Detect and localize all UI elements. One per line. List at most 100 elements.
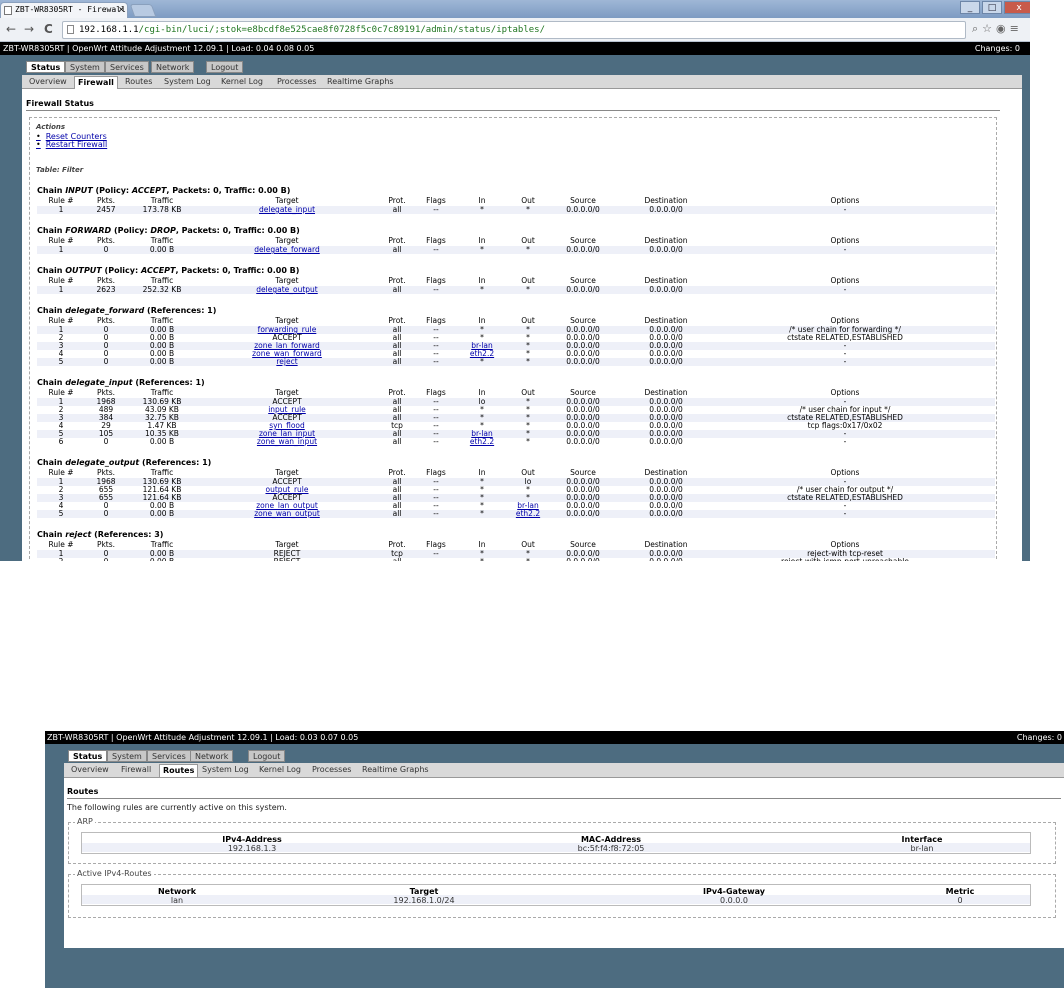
chain-heading: Chain OUTPUT (Policy: ACCEPT, Packets: 0… bbox=[37, 266, 300, 275]
firewall-screenshot: ZBT-WR8305RT - Firewall × _ □ x ← → C 19… bbox=[0, 0, 1030, 561]
close-window-button[interactable]: x bbox=[1004, 1, 1030, 14]
menu-status[interactable]: Status bbox=[26, 61, 66, 73]
cell-prot: all bbox=[392, 285, 402, 294]
cell-target[interactable]: reject bbox=[276, 358, 297, 366]
chain-name: reject bbox=[65, 530, 92, 539]
tab-kernel-log[interactable]: Kernel Log bbox=[256, 764, 304, 777]
cell-flags: -- bbox=[433, 437, 439, 446]
cell-out: * bbox=[526, 357, 530, 366]
tab-realtime-graphs[interactable]: Realtime Graphs bbox=[359, 764, 432, 777]
tab-kernel-log[interactable]: Kernel Log bbox=[218, 76, 266, 89]
changes-counter[interactable]: Changes: 0 bbox=[1017, 731, 1062, 744]
col-header-out: Out bbox=[521, 276, 535, 285]
chain-name: INPUT bbox=[65, 186, 93, 195]
col-header-in: In bbox=[478, 236, 486, 245]
menu-icon[interactable]: ≡ bbox=[1010, 22, 1023, 35]
cell-target[interactable]: zone_wan_input bbox=[257, 438, 317, 446]
cell-traffic: 252.32 KB bbox=[142, 285, 182, 294]
cell-out: * bbox=[526, 245, 530, 254]
cell-target[interactable]: delegate_input bbox=[259, 206, 315, 214]
cell-rule: 1 bbox=[58, 205, 64, 214]
cell-out[interactable]: eth2.2 bbox=[516, 510, 540, 518]
tab-firewall[interactable]: Firewall bbox=[74, 76, 118, 89]
cell-options: - bbox=[843, 509, 847, 518]
cell-target: REJECT bbox=[274, 558, 301, 562]
tab-routes[interactable]: Routes bbox=[122, 76, 155, 89]
col-header-out: Out bbox=[521, 388, 535, 397]
table-row bbox=[37, 342, 995, 350]
cell-out: * bbox=[526, 285, 530, 294]
menu-logout[interactable]: Logout bbox=[206, 61, 244, 73]
page-icon bbox=[4, 6, 12, 15]
routes-content: Routes The following rules are currently… bbox=[64, 778, 1064, 948]
col-header-destination: Destination bbox=[644, 316, 688, 325]
menu-network[interactable]: Network bbox=[151, 61, 195, 73]
tab-processes[interactable]: Processes bbox=[309, 764, 354, 777]
reload-button[interactable]: C bbox=[44, 22, 53, 36]
minimize-button[interactable]: _ bbox=[960, 1, 980, 14]
menu-system[interactable]: System bbox=[107, 750, 147, 762]
cell-rule: 6 bbox=[58, 437, 64, 446]
cell-prot: all bbox=[392, 437, 402, 446]
chain-suffix: (References: 1) bbox=[132, 378, 205, 387]
maximize-button[interactable]: □ bbox=[982, 1, 1002, 14]
col-header-rule: Rule # bbox=[48, 540, 74, 549]
tab-overview[interactable]: Overview bbox=[26, 76, 70, 89]
tab-firewall[interactable]: Firewall bbox=[118, 764, 154, 777]
cell-pkts: 2623 bbox=[96, 285, 116, 294]
cell-target[interactable]: zone_wan_output bbox=[254, 510, 320, 518]
cell-prot: all bbox=[392, 205, 402, 214]
tab-system-log[interactable]: System Log bbox=[161, 76, 214, 89]
col-header-options: Options bbox=[830, 276, 860, 285]
back-button[interactable]: ← bbox=[6, 22, 16, 36]
menu-network[interactable]: Network bbox=[190, 750, 234, 762]
col-header-options: Options bbox=[830, 236, 860, 245]
col-header-target: Target bbox=[275, 388, 299, 397]
menu-logout[interactable]: Logout bbox=[248, 750, 286, 762]
menu-system[interactable]: System bbox=[65, 61, 105, 73]
col-header-destination: Destination bbox=[644, 540, 688, 549]
tab-close-icon[interactable]: × bbox=[119, 3, 124, 17]
extension-icon[interactable]: ◉ bbox=[996, 22, 1010, 35]
col-header-target: Target bbox=[275, 236, 299, 245]
tab-processes[interactable]: Processes bbox=[274, 76, 319, 89]
route-metric-value: 0 bbox=[957, 896, 963, 905]
restart-firewall-link[interactable]: Restart Firewall bbox=[36, 140, 107, 149]
col-header-rule: Rule # bbox=[48, 388, 74, 397]
chain-stats: , Packets: 0, Traffic: 0.00 B) bbox=[175, 266, 300, 275]
menu-status[interactable]: Status bbox=[68, 750, 108, 762]
cell-prot: all bbox=[393, 558, 402, 562]
zoom-icon[interactable]: ⌕ bbox=[972, 22, 982, 35]
col-header-destination: Destination bbox=[644, 236, 688, 245]
cell-target[interactable]: delegate_forward bbox=[254, 246, 320, 254]
cell-destination: 0.0.0.0/0 bbox=[649, 245, 683, 254]
star-icon[interactable]: ☆ bbox=[982, 22, 996, 35]
col-header-flags: Flags bbox=[426, 468, 446, 477]
forward-button[interactable]: → bbox=[24, 22, 34, 36]
cell-options: - bbox=[843, 205, 847, 214]
browser-tab[interactable]: ZBT-WR8305RT - Firewall × bbox=[0, 2, 128, 18]
cell-prot: all bbox=[392, 509, 402, 518]
tab-system-log[interactable]: System Log bbox=[199, 764, 252, 777]
table-row bbox=[37, 438, 995, 446]
col-header-options: Options bbox=[830, 196, 860, 205]
cell-target[interactable]: delegate_output bbox=[256, 286, 317, 294]
changes-counter[interactable]: Changes: 0 bbox=[975, 42, 1020, 55]
cell-options: - bbox=[843, 245, 847, 254]
menu-services[interactable]: Services bbox=[105, 61, 149, 73]
col-header-in: In bbox=[478, 540, 486, 549]
tab-overview[interactable]: Overview bbox=[68, 764, 112, 777]
col-header-flags: Flags bbox=[426, 388, 446, 397]
title-divider bbox=[26, 110, 1000, 111]
address-bar[interactable]: 192.168.1.1/cgi-bin/luci/;stok=e8bcdf8e5… bbox=[62, 21, 966, 39]
cell-in[interactable]: eth2.2 bbox=[470, 438, 494, 446]
col-header-flags: Flags bbox=[426, 236, 446, 245]
tab-realtime-graphs[interactable]: Realtime Graphs bbox=[324, 76, 397, 89]
table-row bbox=[82, 895, 1030, 904]
cell-out: * bbox=[526, 205, 530, 214]
menu-services[interactable]: Services bbox=[147, 750, 191, 762]
cell-flags: -- bbox=[433, 357, 439, 366]
tab-routes[interactable]: Routes bbox=[159, 764, 199, 777]
col-header-out: Out bbox=[521, 316, 535, 325]
new-tab-button[interactable] bbox=[129, 4, 157, 17]
